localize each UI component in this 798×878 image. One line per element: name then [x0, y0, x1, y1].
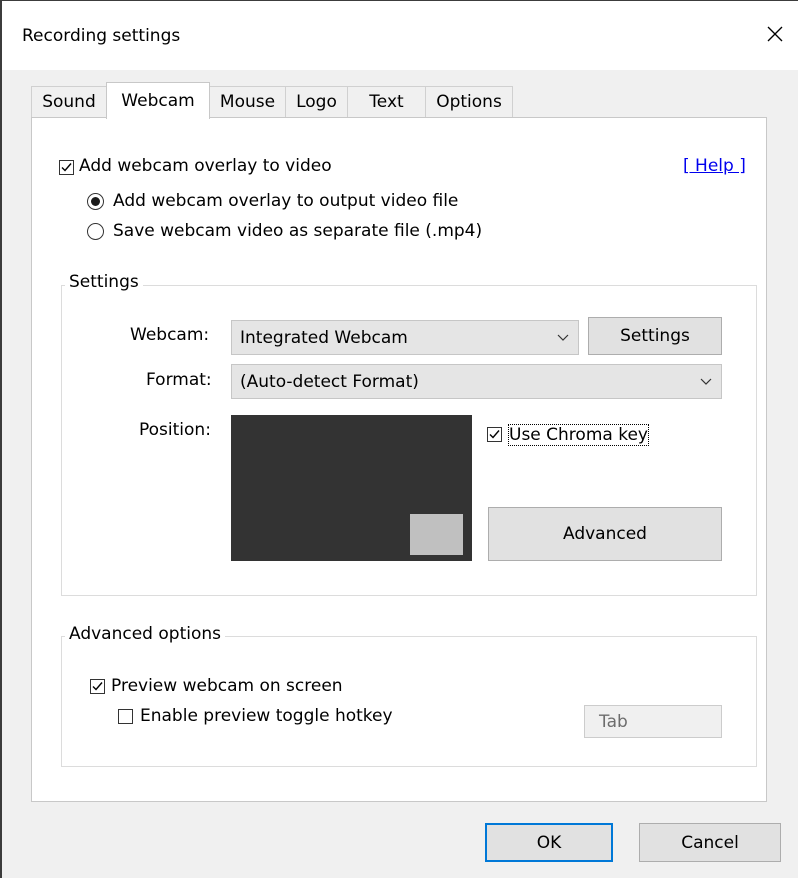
preview-hotkey-checkbox[interactable]	[118, 709, 133, 724]
tab-text[interactable]: Text	[347, 86, 426, 117]
help-link[interactable]: [ Help ]	[683, 156, 746, 176]
webcam-position-preview[interactable]	[231, 415, 472, 561]
check-icon	[61, 163, 72, 172]
add-overlay-label[interactable]: Add webcam overlay to video	[79, 156, 332, 176]
webcam-position-thumb[interactable]	[410, 514, 463, 555]
format-select-value: (Auto-detect Format)	[240, 371, 419, 392]
format-select[interactable]: (Auto-detect Format)	[231, 364, 722, 399]
tab-label: Options	[436, 92, 502, 112]
radio-overlay-output-label[interactable]: Add webcam overlay to output video file	[113, 191, 458, 211]
tab-webcam[interactable]: Webcam	[106, 82, 210, 119]
check-icon	[92, 682, 103, 691]
advanced-options-group	[61, 636, 757, 767]
preview-webcam-checkbox[interactable]	[90, 679, 105, 694]
ok-button[interactable]: OK	[485, 823, 613, 862]
radio-selected-dot	[91, 197, 100, 206]
radio-separate-file[interactable]	[87, 223, 104, 240]
recording-settings-dialog: Recording settings Sound Webcam Mouse Lo…	[0, 0, 798, 878]
title-bar[interactable]: Recording settings	[2, 0, 798, 70]
position-label: Position:	[139, 420, 211, 440]
window-left-border	[0, 0, 2, 878]
tab-label: Sound	[42, 92, 96, 112]
cancel-button[interactable]: Cancel	[639, 823, 781, 862]
preview-hotkey-label[interactable]: Enable preview toggle hotkey	[140, 706, 393, 726]
hotkey-input[interactable]: Tab	[584, 705, 722, 738]
tab-logo[interactable]: Logo	[285, 86, 348, 117]
webcam-select-value: Integrated Webcam	[240, 327, 408, 348]
tab-label: Mouse	[219, 92, 276, 112]
chroma-key-label[interactable]: Use Chroma key	[508, 424, 649, 446]
window-title: Recording settings	[22, 26, 181, 46]
tab-sound[interactable]: Sound	[31, 86, 107, 117]
preview-webcam-label[interactable]: Preview webcam on screen	[111, 676, 343, 696]
tab-label: Webcam	[121, 91, 195, 111]
chevron-down-icon	[691, 378, 721, 386]
radio-separate-file-label[interactable]: Save webcam video as separate file (.mp4…	[113, 221, 482, 241]
webcam-select[interactable]: Integrated Webcam	[231, 320, 579, 355]
advanced-button[interactable]: Advanced	[488, 507, 722, 561]
title-bar-top-border	[0, 0, 798, 1]
tab-label: Logo	[296, 92, 337, 112]
webcam-settings-button[interactable]: Settings	[588, 317, 722, 355]
webcam-label: Webcam:	[130, 325, 210, 345]
tab-mouse[interactable]: Mouse	[209, 86, 286, 117]
close-button[interactable]	[752, 14, 798, 54]
tab-options[interactable]: Options	[425, 86, 513, 117]
format-label: Format:	[146, 370, 212, 390]
add-overlay-checkbox[interactable]	[59, 160, 74, 175]
chroma-key-checkbox[interactable]	[487, 427, 502, 442]
advanced-options-title: Advanced options	[65, 624, 225, 644]
tab-label: Text	[369, 92, 404, 112]
settings-group-title: Settings	[65, 272, 143, 292]
webcam-tab-panel: Add webcam overlay to video [ Help ] Add…	[31, 117, 767, 802]
close-icon	[767, 26, 783, 42]
check-icon	[489, 430, 500, 439]
chevron-down-icon	[548, 334, 578, 342]
radio-overlay-output[interactable]	[87, 193, 104, 210]
